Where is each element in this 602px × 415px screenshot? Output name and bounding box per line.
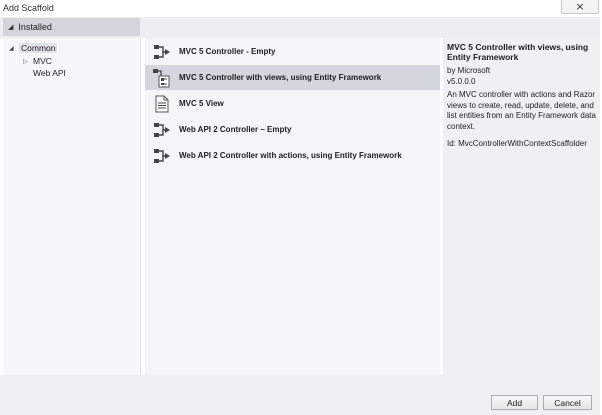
details-author: by Microsoft: [447, 66, 491, 75]
installed-node[interactable]: ◢ Installed: [3, 18, 140, 36]
tree-item-common[interactable]: ◢ Common: [9, 42, 58, 54]
view-document-icon: [151, 94, 173, 114]
tree-item-mvc[interactable]: ▷ MVC: [23, 55, 52, 67]
template-item-label: MVC 5 View: [179, 99, 224, 108]
collapse-triangle-icon: ◢: [8, 24, 14, 31]
template-item-mvc5-controller-empty[interactable]: MVC 5 Controller - Empty: [145, 39, 440, 64]
template-item-mvc5-controller-views-ef[interactable]: MVC 5 Controller with views, using Entit…: [145, 65, 440, 90]
tree-item-web-api[interactable]: Web API: [33, 67, 66, 79]
add-scaffold-dialog: Add Scaffold × ◢ Installed ◢ Common ▷ MV…: [0, 0, 602, 415]
details-description: An MVC controller with actions and Razor…: [447, 90, 596, 131]
tree-item-label: Common: [19, 43, 58, 53]
template-item-label: Web API 2 Controller with actions, using…: [179, 151, 402, 160]
details-id: Id: MvcControllerWithContextScaffolder: [447, 139, 587, 148]
expanded-triangle-icon: ◢: [9, 45, 14, 52]
close-icon: ×: [575, 0, 585, 13]
template-item-label: MVC 5 Controller with views, using Entit…: [179, 73, 382, 82]
details-version: v5.0.0.0: [447, 77, 476, 86]
collapsed-triangle-icon: ▷: [23, 58, 28, 65]
scaffold-template-list: MVC 5 Controller - Empty MVC 5 Controlle…: [145, 38, 440, 375]
dialog-title: Add Scaffold: [3, 3, 54, 13]
template-item-webapi2-controller-actions-ef[interactable]: Web API 2 Controller with actions, using…: [145, 143, 440, 168]
details-title: MVC 5 Controller with views, using Entit…: [447, 42, 589, 62]
add-button[interactable]: Add: [491, 395, 538, 410]
close-button[interactable]: ×: [561, 0, 599, 14]
controller-views-icon: [151, 68, 173, 88]
controller-icon: [151, 42, 173, 62]
cancel-button[interactable]: Cancel: [543, 395, 592, 410]
template-item-label: Web API 2 Controller – Empty: [179, 125, 292, 134]
template-item-webapi2-controller-empty[interactable]: Web API 2 Controller – Empty: [145, 117, 440, 142]
title-bar: Add Scaffold ×: [0, 0, 602, 17]
controller-icon: [151, 120, 173, 140]
tree-item-label: MVC: [33, 56, 52, 66]
tree-item-label: Web API: [33, 68, 66, 78]
details-panel: MVC 5 Controller with views, using Entit…: [443, 38, 600, 375]
template-item-label: MVC 5 Controller - Empty: [179, 47, 276, 56]
controller-icon: [151, 146, 173, 166]
template-item-mvc5-view[interactable]: MVC 5 View: [145, 91, 440, 116]
category-tree: ◢ Common ▷ MVC Web API: [3, 38, 141, 375]
installed-label: Installed: [18, 22, 52, 32]
